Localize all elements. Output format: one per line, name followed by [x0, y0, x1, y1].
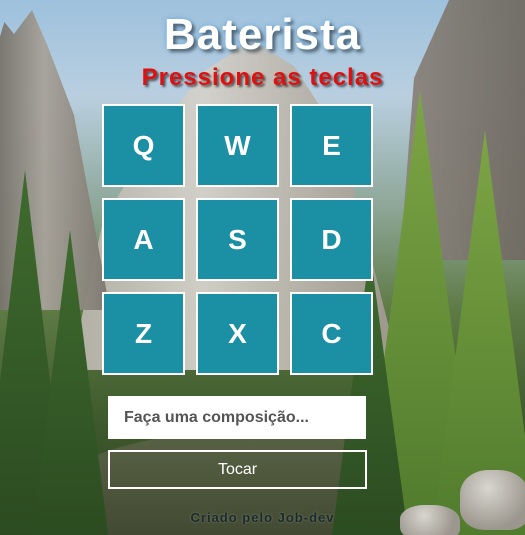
drum-pad-s[interactable]: S	[196, 198, 279, 281]
drum-pad-w[interactable]: W	[196, 104, 279, 187]
drum-pad-grid: Q W E A S D Z X C	[102, 104, 373, 375]
drum-pad-z[interactable]: Z	[102, 292, 185, 375]
page-title: Baterista	[163, 10, 362, 59]
drum-pad-x[interactable]: X	[196, 292, 279, 375]
drum-pad-q[interactable]: Q	[102, 104, 185, 187]
drum-pad-c[interactable]: C	[290, 292, 373, 375]
composition-input[interactable]	[108, 396, 366, 439]
drum-pad-a[interactable]: A	[102, 198, 185, 281]
drum-pad-d[interactable]: D	[290, 198, 373, 281]
footer-credit: Criado pelo Job-dev	[190, 510, 335, 525]
play-button[interactable]: Tocar	[108, 450, 367, 489]
drum-pad-e[interactable]: E	[290, 104, 373, 187]
page-subtitle: Pressione as teclas	[141, 64, 384, 91]
